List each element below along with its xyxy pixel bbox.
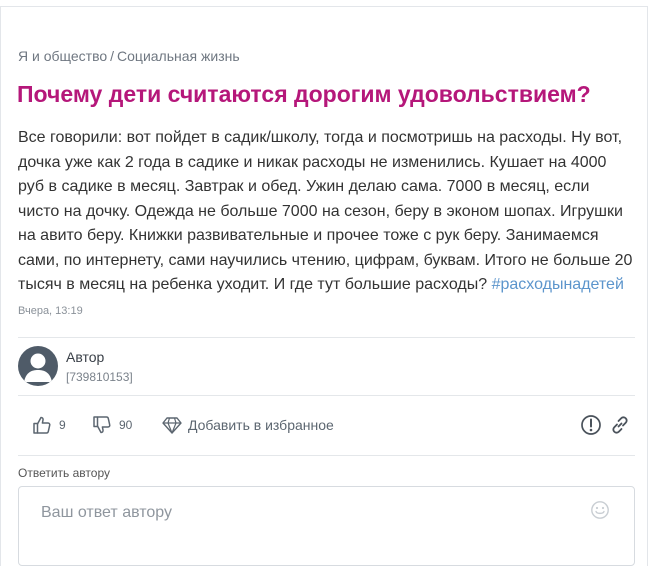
divider — [18, 455, 635, 456]
smiley-icon — [591, 501, 609, 519]
add-to-favorites-button[interactable]: Добавить в избранное — [162, 413, 334, 437]
question-timestamp: Вчера, 13:19 — [18, 305, 83, 317]
breadcrumb-category[interactable]: Я и общество — [18, 48, 107, 64]
add-to-favorites-label: Добавить в избранное — [188, 417, 334, 433]
emoji-button[interactable] — [590, 500, 610, 525]
divider — [18, 337, 635, 338]
diamond-icon — [162, 417, 182, 434]
avatar[interactable] — [18, 346, 58, 386]
author-name[interactable]: Автор — [66, 349, 104, 365]
reply-label: Ответить автору — [18, 466, 110, 480]
reply-box — [18, 486, 635, 566]
breadcrumb-subcategory[interactable]: Социальная жизнь — [117, 48, 240, 64]
dislike-count: 90 — [119, 418, 133, 432]
breadcrumb-separator: / — [110, 48, 115, 64]
report-button[interactable] — [580, 413, 602, 437]
link-icon — [612, 416, 628, 434]
divider — [18, 395, 635, 396]
question-title: Почему дети считаются дорогим удовольств… — [17, 81, 591, 107]
author-id: [739810153] — [66, 370, 133, 384]
breadcrumb: Я и общество / Социальная жизнь — [18, 48, 240, 64]
like-count: 9 — [59, 418, 66, 432]
thumbs-up-icon — [33, 416, 51, 434]
hashtag-link[interactable]: #расходынадетей — [492, 276, 624, 293]
dislike-button[interactable]: 90 — [92, 413, 132, 437]
reply-input[interactable] — [39, 503, 583, 523]
question-body-text: Все говорили: вот пойдет в садик/школу, … — [18, 129, 633, 293]
like-button[interactable]: 9 — [32, 413, 66, 437]
copy-link-button[interactable] — [609, 413, 631, 437]
question-body: Все говорили: вот пойдет в садик/школу, … — [18, 126, 633, 298]
exclamation-circle-icon — [581, 415, 601, 435]
user-silhouette-icon — [24, 353, 52, 382]
thumbs-down-icon — [93, 416, 111, 434]
